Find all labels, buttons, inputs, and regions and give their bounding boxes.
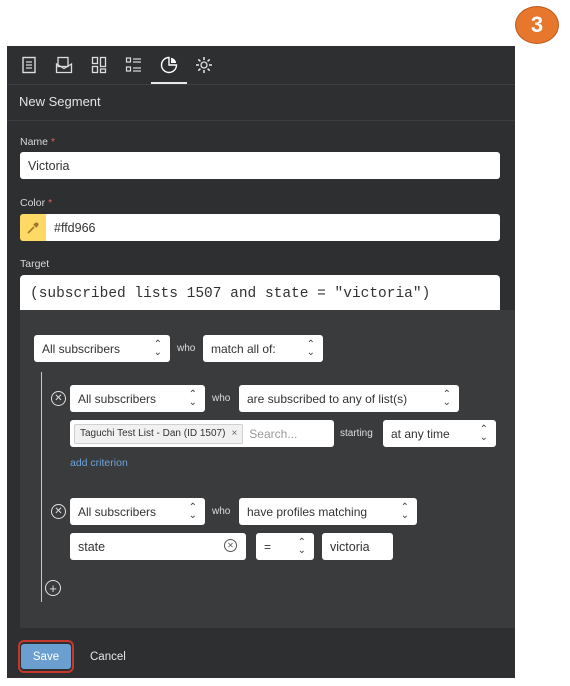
list-search-placeholder: Search... xyxy=(249,426,298,441)
required-marker: * xyxy=(48,197,53,209)
segment-icon[interactable] xyxy=(151,51,187,84)
page-title: New Segment xyxy=(7,85,515,121)
criterion-condition-select[interactable]: are subscribed to any of list(s) ⌃ ⌄ xyxy=(239,385,459,412)
criterion-subscribers-value: All subscribers xyxy=(78,391,157,406)
add-criterion-link[interactable]: add criterion xyxy=(70,457,128,469)
criterion-subscribers-value: All subscribers xyxy=(78,504,157,519)
target-expression: (subscribed lists 1507 and state = "vict… xyxy=(20,275,500,313)
criterion-subscribers-select[interactable]: All subscribers ⌃ ⌄ xyxy=(70,498,205,525)
name-label: Name * xyxy=(20,136,56,148)
color-picker-button[interactable] xyxy=(20,214,46,241)
layout-icon[interactable] xyxy=(85,51,113,79)
profile-field-value: state xyxy=(78,539,106,554)
segment-editor-panel: New Segment Name * Victoria Color * #ffd96… xyxy=(7,46,515,678)
match-value-input[interactable]: victoria xyxy=(322,533,393,560)
save-button[interactable]: Save xyxy=(21,644,71,669)
footer xyxy=(7,628,515,678)
subscribers-select-value: All subscribers xyxy=(42,341,121,356)
tag-remove-icon[interactable]: × xyxy=(231,428,237,439)
who-label: who xyxy=(212,393,231,404)
remove-criterion-icon[interactable]: ✕ xyxy=(51,504,66,519)
chevron-updown-icon: ⌃ ⌄ xyxy=(479,423,488,443)
who-label: who xyxy=(177,343,196,354)
criterion-condition-value: are subscribed to any of list(s) xyxy=(247,391,408,406)
chevron-updown-icon: ⌃ ⌄ xyxy=(400,501,409,521)
gear-icon[interactable] xyxy=(190,51,218,79)
criteria-group-line xyxy=(41,372,42,602)
chevron-updown-icon: ⌃ ⌄ xyxy=(153,338,162,358)
add-group-icon[interactable]: + xyxy=(45,580,61,596)
color-label: Color * xyxy=(20,197,53,209)
operator-select-value: = xyxy=(264,539,272,554)
required-marker: * xyxy=(51,136,56,148)
who-label: who xyxy=(212,506,231,517)
match-select[interactable]: match all of: ⌃ ⌄ xyxy=(203,335,323,362)
list-picker-field[interactable]: Taguchi Test List - Dan (ID 1507) × Sear… xyxy=(70,420,334,447)
toolbar xyxy=(7,46,515,85)
list-tag: Taguchi Test List - Dan (ID 1507) × xyxy=(74,423,244,444)
chevron-updown-icon: ⌃ ⌄ xyxy=(442,388,451,408)
starting-select[interactable]: at any time ⌃ ⌄ xyxy=(383,420,496,447)
match-select-value: match all of: xyxy=(211,341,276,356)
chevron-updown-icon: ⌃ ⌄ xyxy=(188,388,197,408)
starting-select-value: at any time xyxy=(391,426,450,441)
criterion-condition-select[interactable]: have profiles matching ⌃ ⌄ xyxy=(239,498,417,525)
clear-field-icon[interactable]: ✕ xyxy=(224,539,237,552)
cancel-button[interactable]: Cancel xyxy=(90,651,126,663)
color-field[interactable]: #ffd966 xyxy=(46,214,500,241)
list-icon[interactable] xyxy=(120,51,148,79)
list-tag-label: Taguchi Test List - Dan (ID 1507) xyxy=(80,428,226,439)
chevron-updown-icon: ⌃ ⌄ xyxy=(188,501,197,521)
profile-field-input[interactable]: state ✕ xyxy=(70,533,246,560)
subscribers-select[interactable]: All subscribers ⌃ ⌄ xyxy=(34,335,170,362)
name-field[interactable]: Victoria xyxy=(20,152,500,179)
chevron-updown-icon: ⌃ ⌄ xyxy=(306,338,315,358)
starting-label: starting xyxy=(340,428,373,439)
step-number-badge: 3 xyxy=(515,6,559,44)
criteria-builder: All subscribers ⌃ ⌄ who match all of: ⌃ ⌄ … xyxy=(20,310,515,628)
criterion-condition-value: have profiles matching xyxy=(247,504,368,519)
mail-icon[interactable] xyxy=(50,51,78,79)
criterion-subscribers-select[interactable]: All subscribers ⌃ ⌄ xyxy=(70,385,205,412)
target-label: Target xyxy=(20,258,50,270)
remove-criterion-icon[interactable]: ✕ xyxy=(51,391,66,406)
eyedropper-icon xyxy=(27,222,39,234)
chevron-updown-icon: ⌃ ⌄ xyxy=(297,536,306,556)
document-icon[interactable] xyxy=(15,51,43,79)
operator-select[interactable]: = ⌃ ⌄ xyxy=(256,533,314,560)
